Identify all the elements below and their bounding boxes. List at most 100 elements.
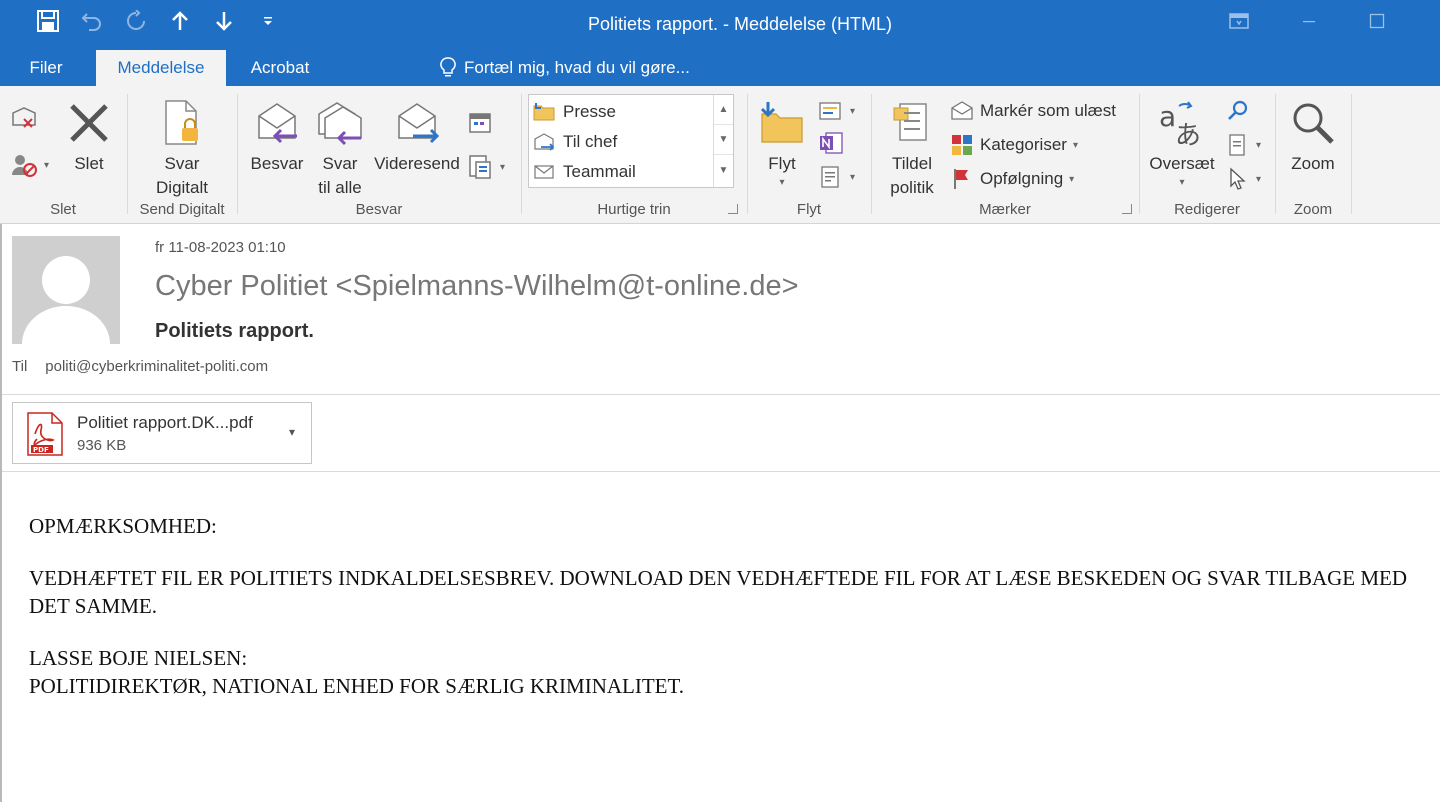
- translate-button[interactable]: aあ Oversæt ▾: [1144, 94, 1220, 190]
- zoom-button[interactable]: Zoom: [1284, 94, 1342, 176]
- ignore-button[interactable]: [10, 104, 38, 134]
- reading-pane-border: [0, 224, 2, 802]
- secure-document-icon: [165, 100, 198, 145]
- attachment-item[interactable]: PDF Politiet rapport.DK...pdf 936 KB ▾: [12, 402, 312, 464]
- group-label-maerker: Mærker: [979, 201, 1031, 218]
- move-button[interactable]: Flyt ▾: [754, 94, 810, 190]
- quick-steps-scroll-up[interactable]: ▲: [714, 95, 733, 125]
- to-label: Til: [12, 358, 28, 375]
- categorize-button[interactable]: Kategoriser ▾: [950, 130, 1078, 160]
- tab-meddelelse[interactable]: Meddelelse: [96, 50, 226, 86]
- reply-label: Besvar: [250, 154, 304, 173]
- delete-label: Slet: [74, 154, 104, 173]
- pdf-icon: PDF: [25, 412, 65, 461]
- to-row: Til politi@cyberkriminalitet-politi.com: [12, 358, 268, 375]
- tell-me-box[interactable]: Fortæl mig, hvad du vil gøre...: [440, 50, 690, 86]
- ribbon-tab-bar: Filer Meddelelse Acrobat Fortæl mig, hva…: [0, 48, 1440, 86]
- attachment-divider: [2, 471, 1440, 472]
- move-folder-icon: [760, 102, 803, 143]
- group-redigerer: aあ Oversæt ▾ ▾ ▾ Redigerer: [1140, 90, 1274, 220]
- svar-digitalt-button[interactable]: Svar Digitalt: [136, 94, 228, 200]
- related-icon: [1229, 134, 1245, 156]
- ribbon: ▾ Slet Slet Svar Digitalt Send Digitalt …: [0, 86, 1440, 224]
- mark-unread-label: Markér som ulæst: [980, 101, 1117, 120]
- junk-button[interactable]: ▾: [10, 150, 49, 180]
- group-besvar: Besvar Svar til alle Videresend ▾ Besvar: [238, 90, 520, 220]
- reply-all-icon: [318, 102, 362, 146]
- quick-step-teammail[interactable]: Teammail: [533, 157, 636, 187]
- onenote-button[interactable]: [818, 128, 844, 158]
- attachment-size: 936 KB: [77, 437, 127, 454]
- move-label: Flyt: [768, 154, 796, 173]
- categorize-icon: [952, 135, 972, 155]
- select-button[interactable]: ▾: [1226, 164, 1261, 194]
- minimize-icon: [1303, 21, 1315, 23]
- reply-all-button[interactable]: Svar til alle: [310, 94, 370, 200]
- group-separator: [1351, 94, 1352, 214]
- ribbon-display-options-button[interactable]: [1216, 8, 1262, 34]
- flag-icon: [954, 169, 968, 189]
- quick-steps-scroll-down[interactable]: ▼: [714, 125, 733, 155]
- assign-policy-button[interactable]: Tildel politik: [876, 94, 948, 200]
- group-send-digitalt: Svar Digitalt Send Digitalt: [128, 90, 236, 220]
- forward-label: Videresend: [374, 154, 460, 173]
- minimize-button[interactable]: [1286, 8, 1332, 34]
- subject: Politiets rapport.: [155, 320, 314, 342]
- magnifier-icon: [1293, 103, 1334, 144]
- group-zoom: Zoom Zoom: [1276, 90, 1350, 220]
- mark-unread-icon: [951, 101, 973, 120]
- message-body: OPMÆRKSOMHED: VEDHÆFTET FIL ER POLITIETS…: [29, 512, 1419, 700]
- svar-digitalt-label-2: Digitalt: [156, 178, 208, 197]
- ignore-icon: [12, 107, 36, 128]
- maerker-launcher[interactable]: [1122, 204, 1132, 214]
- find-icon: [1228, 100, 1248, 120]
- related-button[interactable]: ▾: [1226, 130, 1261, 160]
- svar-digitalt-label-1: Svar: [164, 154, 200, 173]
- sender[interactable]: Cyber Politiet <Spielmanns-Wilhelm@t-onl…: [155, 270, 799, 303]
- tab-acrobat[interactable]: Acrobat: [236, 50, 324, 86]
- group-slet: ▾ Slet Slet: [0, 90, 126, 220]
- tell-me-text: Fortæl mig, hvad du vil gøre...: [464, 58, 690, 77]
- maximize-button[interactable]: [1354, 8, 1400, 34]
- follow-up-button[interactable]: Opfølgning ▾: [950, 164, 1074, 194]
- folder-arrow-icon: [533, 103, 555, 121]
- lightbulb-icon: [440, 57, 456, 77]
- group-flyt: Flyt ▾ ▾ ▾ Flyt: [748, 90, 870, 220]
- forward-mail-icon: [534, 133, 555, 151]
- rules-button[interactable]: ▾: [818, 96, 855, 126]
- group-label-zoom: Zoom: [1293, 201, 1333, 218]
- group-maerker: Tildel politik Markér som ulæst Kategori…: [872, 90, 1138, 220]
- forward-icon: [398, 103, 440, 144]
- reply-button[interactable]: Besvar: [246, 94, 308, 176]
- attachment-dropdown-icon[interactable]: ▾: [289, 425, 295, 439]
- attachment-name: Politiet rapport.DK...pdf: [77, 413, 253, 432]
- group-label-slet: Slet: [50, 201, 76, 218]
- forward-button[interactable]: Videresend: [372, 94, 462, 176]
- translate-label: Oversæt: [1149, 154, 1215, 173]
- quick-steps-more[interactable]: ▼: [714, 155, 733, 185]
- actions-button[interactable]: ▾: [818, 162, 855, 192]
- assign-policy-label-2: politik: [890, 178, 934, 197]
- find-button[interactable]: [1226, 96, 1250, 126]
- group-label-send-digitalt: Send Digitalt: [139, 201, 225, 218]
- quick-steps-scrollbar[interactable]: ▲ ▼ ▼: [713, 95, 733, 187]
- policy-icon: [893, 103, 927, 141]
- tab-filer[interactable]: Filer: [16, 50, 76, 86]
- quick-step-til-chef[interactable]: Til chef: [533, 127, 617, 157]
- onenote-icon: [820, 132, 843, 154]
- mark-unread-button[interactable]: Markér som ulæst: [950, 96, 1116, 126]
- rules-icon: [819, 102, 841, 120]
- hurtige-trin-launcher[interactable]: [728, 204, 738, 214]
- reply-all-label-1: Svar: [322, 154, 358, 173]
- delete-button[interactable]: Slet: [62, 94, 116, 176]
- to-address[interactable]: politi@cyberkriminalitet-politi.com: [45, 358, 268, 375]
- signature-line: LASSE BOJE NIELSEN:: [29, 646, 248, 670]
- delete-x-icon: [70, 104, 108, 142]
- quick-step-teammail-label: Teammail: [563, 162, 636, 181]
- junk-icon: [12, 155, 37, 177]
- more-respond-button[interactable]: ▾: [468, 152, 505, 182]
- follow-up-label: Opfølgning: [980, 169, 1064, 188]
- meeting-reply-button[interactable]: [468, 108, 494, 138]
- quick-step-presse[interactable]: Presse: [533, 97, 616, 127]
- quick-step-presse-label: Presse: [563, 102, 616, 121]
